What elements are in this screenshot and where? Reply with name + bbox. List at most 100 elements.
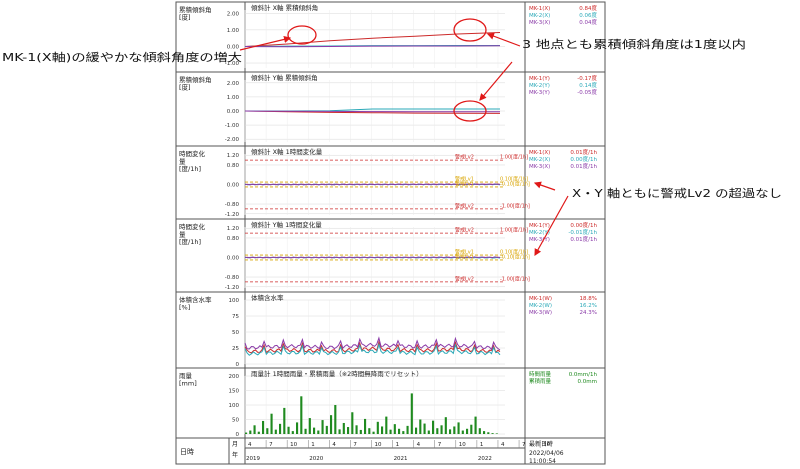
legend-value: 0.00度/1h xyxy=(570,155,597,163)
panel-title: 雨量計 1時間雨量・累積雨量（※2時間無降雨でリセット） xyxy=(251,369,423,378)
time-axis-label: 日時 xyxy=(180,448,194,456)
y-tick-label: 25 xyxy=(232,346,239,352)
rain-bar xyxy=(427,430,430,434)
update-date: 2022/04/06 xyxy=(529,450,564,457)
panel-ylabel: 累積傾斜角[度] xyxy=(179,5,212,22)
legend-value: 0.0mm/1h xyxy=(569,372,598,378)
legend-value: 0.00度/1h xyxy=(570,221,597,229)
threshold-value: -1.00[度/1h] xyxy=(500,275,530,282)
y-tick-label: 0 xyxy=(236,362,240,368)
rain-bar xyxy=(304,428,307,434)
y-tick-label: -1.00 xyxy=(225,123,240,129)
rain-bar xyxy=(313,427,316,434)
panel-title: 傾斜計 Y軸 1時間変化量 xyxy=(251,220,322,229)
rain-bar xyxy=(466,428,469,434)
rain-bar xyxy=(355,425,358,434)
month-label: 7 xyxy=(522,442,526,448)
legend-name: 累積雨量 xyxy=(529,377,552,385)
legend-value: -0.17度 xyxy=(577,74,597,82)
rain-bar xyxy=(372,431,375,434)
rain-bar xyxy=(444,417,447,434)
panel-ylabel: 累積傾斜角[度] xyxy=(179,75,212,92)
y-tick-label: 200 xyxy=(229,374,240,380)
panel-ylabel: 体積含水率[%] xyxy=(179,295,212,312)
month-label: 1 xyxy=(480,442,484,448)
rain-bar xyxy=(283,407,286,434)
y-tick-label: 2.00 xyxy=(227,11,240,17)
month-label: 10 xyxy=(290,442,297,448)
month-label: 10 xyxy=(459,442,466,448)
threshold-label: 警戒Lv2 xyxy=(455,154,474,161)
legend-value: 0.01度/1h xyxy=(570,148,597,156)
month-label: 7 xyxy=(438,442,442,448)
y-tick-label: 75 xyxy=(232,314,239,320)
rain-bar xyxy=(321,420,324,434)
year-label: 2019 xyxy=(246,456,260,462)
rain-bar xyxy=(317,430,320,434)
threshold-value: 1.00[度/1h] xyxy=(500,154,528,161)
rain-bar xyxy=(249,430,252,434)
y-tick-label: 0.00 xyxy=(227,109,240,115)
threshold-value: 1.00[度/1h] xyxy=(500,227,528,234)
annotation-no-exceed: X・Y 軸ともに警戒Lv2 の超過なし xyxy=(572,186,782,200)
year-label: 2020 xyxy=(309,456,323,462)
month-row-label: 月 xyxy=(232,441,238,448)
legend-name: MK-3(Y) xyxy=(529,90,550,96)
legend-value: 24.3% xyxy=(580,310,597,316)
y-tick-label: 100 xyxy=(229,403,240,409)
year-row-label: 年 xyxy=(232,451,238,459)
year-label: 2022 xyxy=(478,456,492,462)
rain-bar xyxy=(432,420,435,434)
legend-name: MK-3(X) xyxy=(529,164,550,170)
legend-name: MK-2(W) xyxy=(529,303,552,309)
threshold-label: 警戒Lv2 xyxy=(455,202,474,209)
y-tick-label: 50 xyxy=(232,330,239,336)
legend-value: 16.2% xyxy=(580,303,597,309)
year-label: 2021 xyxy=(394,456,408,462)
legend-name: MK-3(W) xyxy=(529,310,552,316)
rain-bar xyxy=(253,425,256,434)
legend-name: MK-2(X) xyxy=(529,157,550,163)
rain-bar xyxy=(385,416,388,434)
month-label: 7 xyxy=(269,442,273,448)
y-tick-label: -1.20 xyxy=(225,285,240,291)
rain-bar xyxy=(449,429,452,434)
y-tick-label: 0.00 xyxy=(227,183,240,189)
rain-bar xyxy=(457,422,460,434)
legend-value: -0.05度 xyxy=(577,88,597,96)
rain-bar xyxy=(495,433,498,434)
month-label: 7 xyxy=(353,442,357,448)
month-label: 10 xyxy=(374,442,381,448)
rain-bar xyxy=(274,429,277,434)
rain-bar xyxy=(364,418,367,434)
rain-bar xyxy=(478,428,481,434)
threshold-value: -0.10[度/1h] xyxy=(500,180,530,187)
y-tick-label: -2.00 xyxy=(225,137,240,143)
rain-bar xyxy=(423,423,426,434)
threshold-value: -0.10[度/1h] xyxy=(500,253,530,260)
y-tick-label: -0.80 xyxy=(225,275,240,281)
annotation-mk1-trend: MK-1(X軸)の緩やかな傾斜角度の増大 xyxy=(2,50,242,64)
legend-value: 0.84度 xyxy=(579,4,597,12)
legend-name: 時間雨量 xyxy=(529,370,552,378)
month-label: 4 xyxy=(417,442,421,448)
rain-bar xyxy=(453,426,456,434)
rain-bar xyxy=(287,426,290,434)
y-tick-label: 150 xyxy=(229,389,240,395)
y-tick-label: 50 xyxy=(232,418,239,424)
panel-title: 体積含水率 xyxy=(251,293,284,302)
y-tick-label: 0.00 xyxy=(227,44,240,50)
month-label: 1 xyxy=(396,442,400,448)
y-tick-label: 1.20 xyxy=(227,226,240,232)
y-tick-label: 1.00 xyxy=(227,95,240,101)
update-time: 11:00:54 xyxy=(529,458,556,465)
rain-bar xyxy=(279,423,282,434)
rain-bar xyxy=(376,421,379,434)
rain-bar xyxy=(359,429,362,434)
legend-name: MK-1(X) xyxy=(529,6,550,12)
rain-bar xyxy=(487,432,490,434)
month-label: 4 xyxy=(248,442,252,448)
rain-bar xyxy=(257,431,260,434)
legend-value: 0.01度/1h xyxy=(570,235,597,243)
rain-bar xyxy=(342,422,345,434)
